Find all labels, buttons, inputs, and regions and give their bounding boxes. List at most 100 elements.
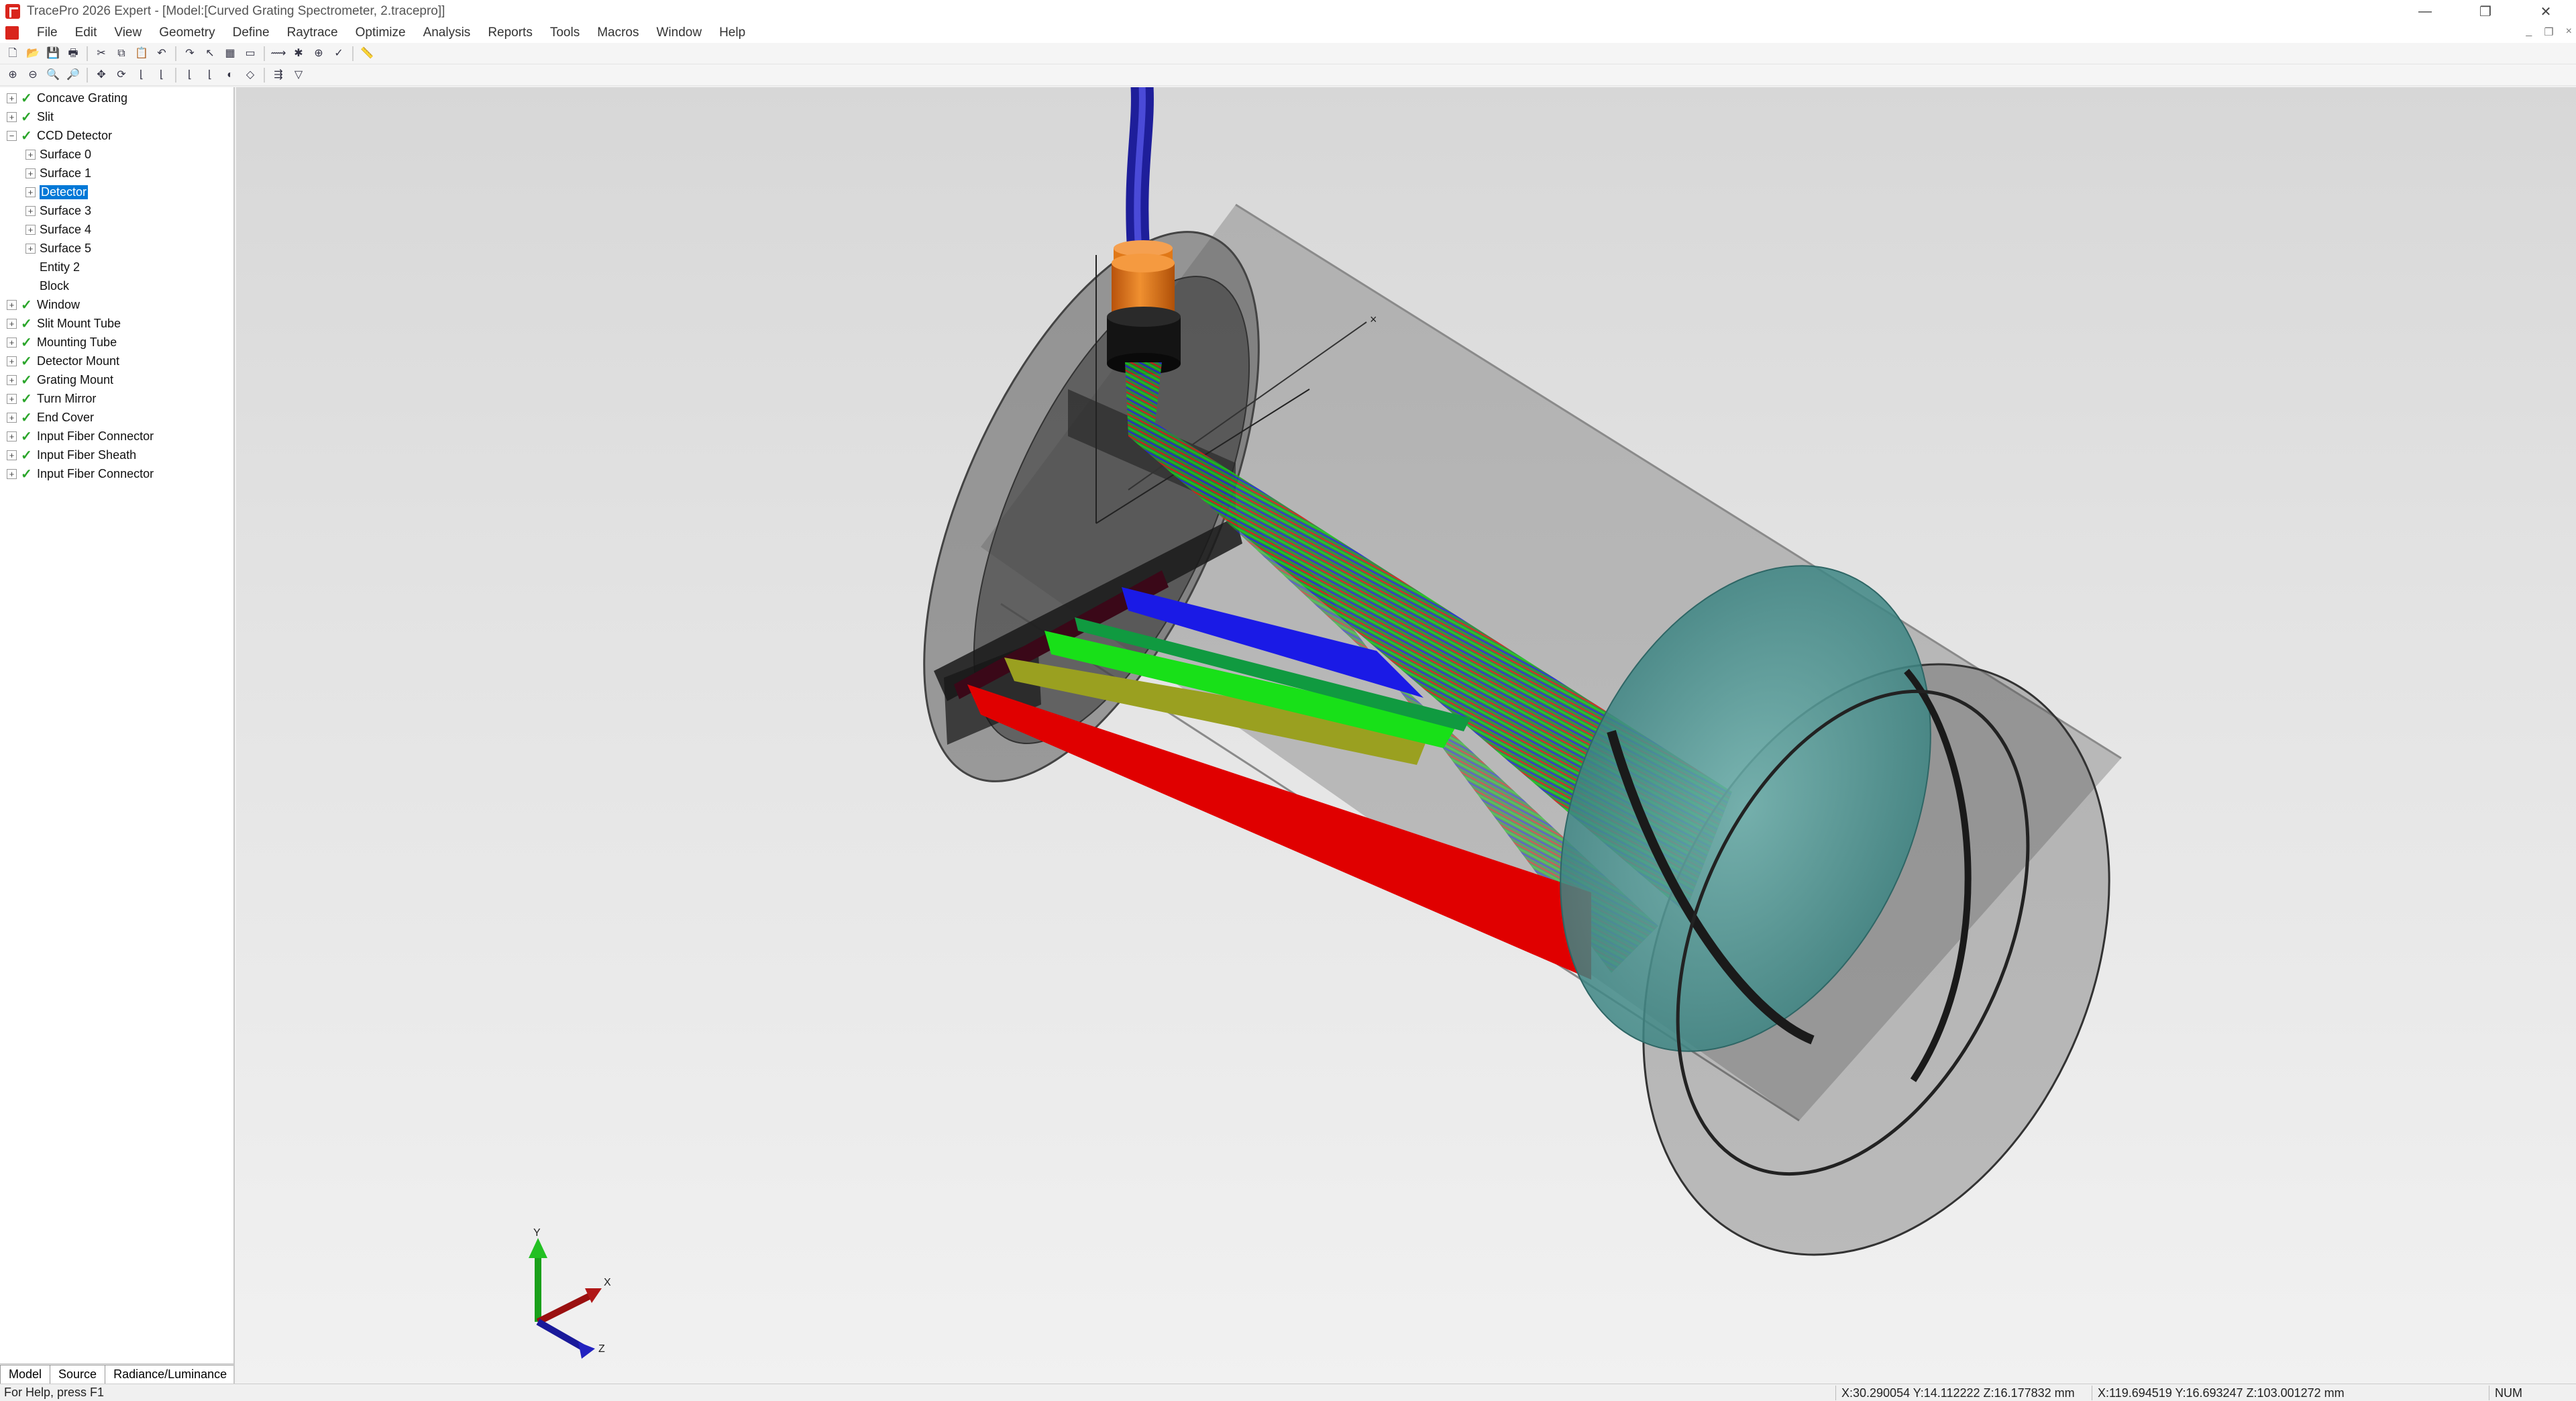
tree-expander-icon[interactable]: + [7,374,17,385]
document-icon[interactable] [5,26,19,40]
filter-icon[interactable]: ▽ [290,67,307,83]
select-icon[interactable]: ↖ [202,46,218,62]
tree-item[interactable]: + Surface 4 [0,220,233,239]
visible-check-icon[interactable]: ✓ [21,315,33,332]
visible-check-icon[interactable]: ✓ [21,334,33,351]
tree-item[interactable]: + ✓ Turn Mirror [0,389,233,408]
paste-icon[interactable]: 📋 [133,46,150,62]
menu-file[interactable]: File [28,25,66,40]
tree-item[interactable]: + ✓ Input Fiber Sheath [0,446,233,464]
input-fiber-connector[interactable] [1107,240,1181,374]
tree-expander-icon[interactable]: + [7,337,17,348]
grid-icon[interactable]: ▦ [222,46,238,62]
tree-item[interactable]: + ✓ Input Fiber Connector [0,427,233,446]
menu-tools[interactable]: Tools [541,25,588,40]
tree-item[interactable]: + ✓ Slit [0,107,233,126]
menu-define[interactable]: Define [224,25,278,40]
visible-check-icon[interactable]: ✓ [21,90,33,107]
tree-item[interactable]: Block [0,276,233,295]
window-icon[interactable]: ▭ [242,46,258,62]
tree-expander-icon[interactable]: + [25,224,36,235]
menu-view[interactable]: View [105,25,150,40]
tree-item[interactable]: + Surface 0 [0,145,233,164]
tree-expander-icon[interactable]: + [7,393,17,404]
redo-icon[interactable]: ↷ [182,46,198,62]
tree-item[interactable]: Entity 2 [0,258,233,276]
tree-item[interactable]: + ✓ Grating Mount [0,370,233,389]
tree-expander-icon[interactable]: + [25,243,36,254]
visible-check-icon[interactable]: ✓ [21,409,33,426]
tab-radiance-luminance[interactable]: Radiance/Luminance [105,1365,233,1384]
source-icon[interactable]: ✱ [290,46,307,62]
undo-icon[interactable]: ↶ [154,46,170,62]
zoom-in-icon[interactable]: ⊕ [5,67,21,83]
rotate-icon[interactable]: ⟳ [113,67,129,83]
model-viewport[interactable]: × Y X Z [236,87,2576,1384]
menu-macros[interactable]: Macros [588,25,647,40]
tree-expander-icon[interactable]: + [7,412,17,423]
view-yz-icon[interactable]: ⌊ [154,67,170,83]
menu-analysis[interactable]: Analysis [415,25,480,40]
tree-expander-icon[interactable]: + [7,111,17,122]
tree-expander-icon[interactable]: + [7,318,17,329]
close-button[interactable]: ✕ [2516,0,2576,23]
view-xy-icon[interactable]: ⌊ [133,67,150,83]
visible-check-icon[interactable]: ✓ [21,127,33,144]
zoom-out-icon[interactable]: ⊖ [25,67,41,83]
minimize-button[interactable]: — [2395,0,2455,23]
input-fiber[interactable] [1126,87,1154,249]
tree-expander-icon[interactable]: + [7,431,17,442]
document-close-button[interactable]: × [2566,25,2572,39]
tree-expander-icon[interactable]: + [7,450,17,460]
check-icon[interactable]: ✓ [331,46,347,62]
tree-item[interactable]: + Surface 1 [0,164,233,183]
new-file-icon[interactable]: 🗋 [5,46,21,62]
tree-expander-icon[interactable]: + [7,93,17,103]
print-icon[interactable]: 🖶 [65,46,81,62]
tree-item[interactable]: + ✓ Mounting Tube [0,333,233,352]
tree-item[interactable]: + ✓ End Cover [0,408,233,427]
menu-window[interactable]: Window [648,25,711,40]
model-scene[interactable]: × Y X Z [236,87,2576,1384]
document-minimize-button[interactable]: _ [2526,25,2532,39]
tab-source[interactable]: Source [50,1365,106,1384]
menu-raytrace[interactable]: Raytrace [278,25,347,40]
restore-button[interactable]: ❐ [2455,0,2516,23]
tree-item[interactable]: + ✓ Window [0,295,233,314]
tree-expander-icon[interactable]: + [7,356,17,366]
visible-check-icon[interactable]: ✓ [21,466,33,482]
tree-item[interactable]: − ✓ CCD Detector [0,126,233,145]
tree-item[interactable]: + Detector [0,183,233,201]
tree-item[interactable]: + Surface 5 [0,239,233,258]
trace-rays-icon[interactable]: ⟿ [270,46,286,62]
tree-item[interactable]: + ✓ Detector Mount [0,352,233,370]
visible-check-icon[interactable]: ✓ [21,109,33,125]
wireframe-icon[interactable]: ◇ [242,67,258,83]
copy-icon[interactable]: ⧉ [113,46,129,62]
tree-item[interactable]: + ✓ Input Fiber Connector [0,464,233,483]
tree-expander-icon[interactable]: + [25,149,36,160]
iso-view-icon[interactable]: ⌊ [202,67,218,83]
menu-help[interactable]: Help [710,25,754,40]
tree-expander-icon[interactable]: + [7,468,17,479]
cut-icon[interactable]: ✂ [93,46,109,62]
visible-check-icon[interactable]: ✓ [21,391,33,407]
tree-expander-icon[interactable]: + [25,168,36,178]
zoom-all-icon[interactable]: 🔎 [65,67,81,83]
save-icon[interactable]: 💾 [45,46,61,62]
tree-item[interactable]: + ✓ Slit Mount Tube [0,314,233,333]
document-restore-button[interactable]: ❐ [2544,25,2553,39]
open-folder-icon[interactable]: 📂 [25,46,41,62]
menu-reports[interactable]: Reports [479,25,541,40]
visible-check-icon[interactable]: ✓ [21,428,33,445]
analysis-icon[interactable]: ⊕ [311,46,327,62]
tab-model[interactable]: Model [0,1365,51,1384]
zoom-window-icon[interactable]: 🔍 [45,67,61,83]
visible-check-icon[interactable]: ✓ [21,372,33,388]
pan-icon[interactable]: ✥ [93,67,109,83]
tree-expander-icon[interactable]: − [7,130,17,141]
ruler-icon[interactable]: 📏 [359,46,375,62]
menu-geometry[interactable]: Geometry [150,25,223,40]
shade-icon[interactable]: ◐ [222,67,238,83]
tree-item[interactable]: + ✓ Concave Grating [0,89,233,107]
